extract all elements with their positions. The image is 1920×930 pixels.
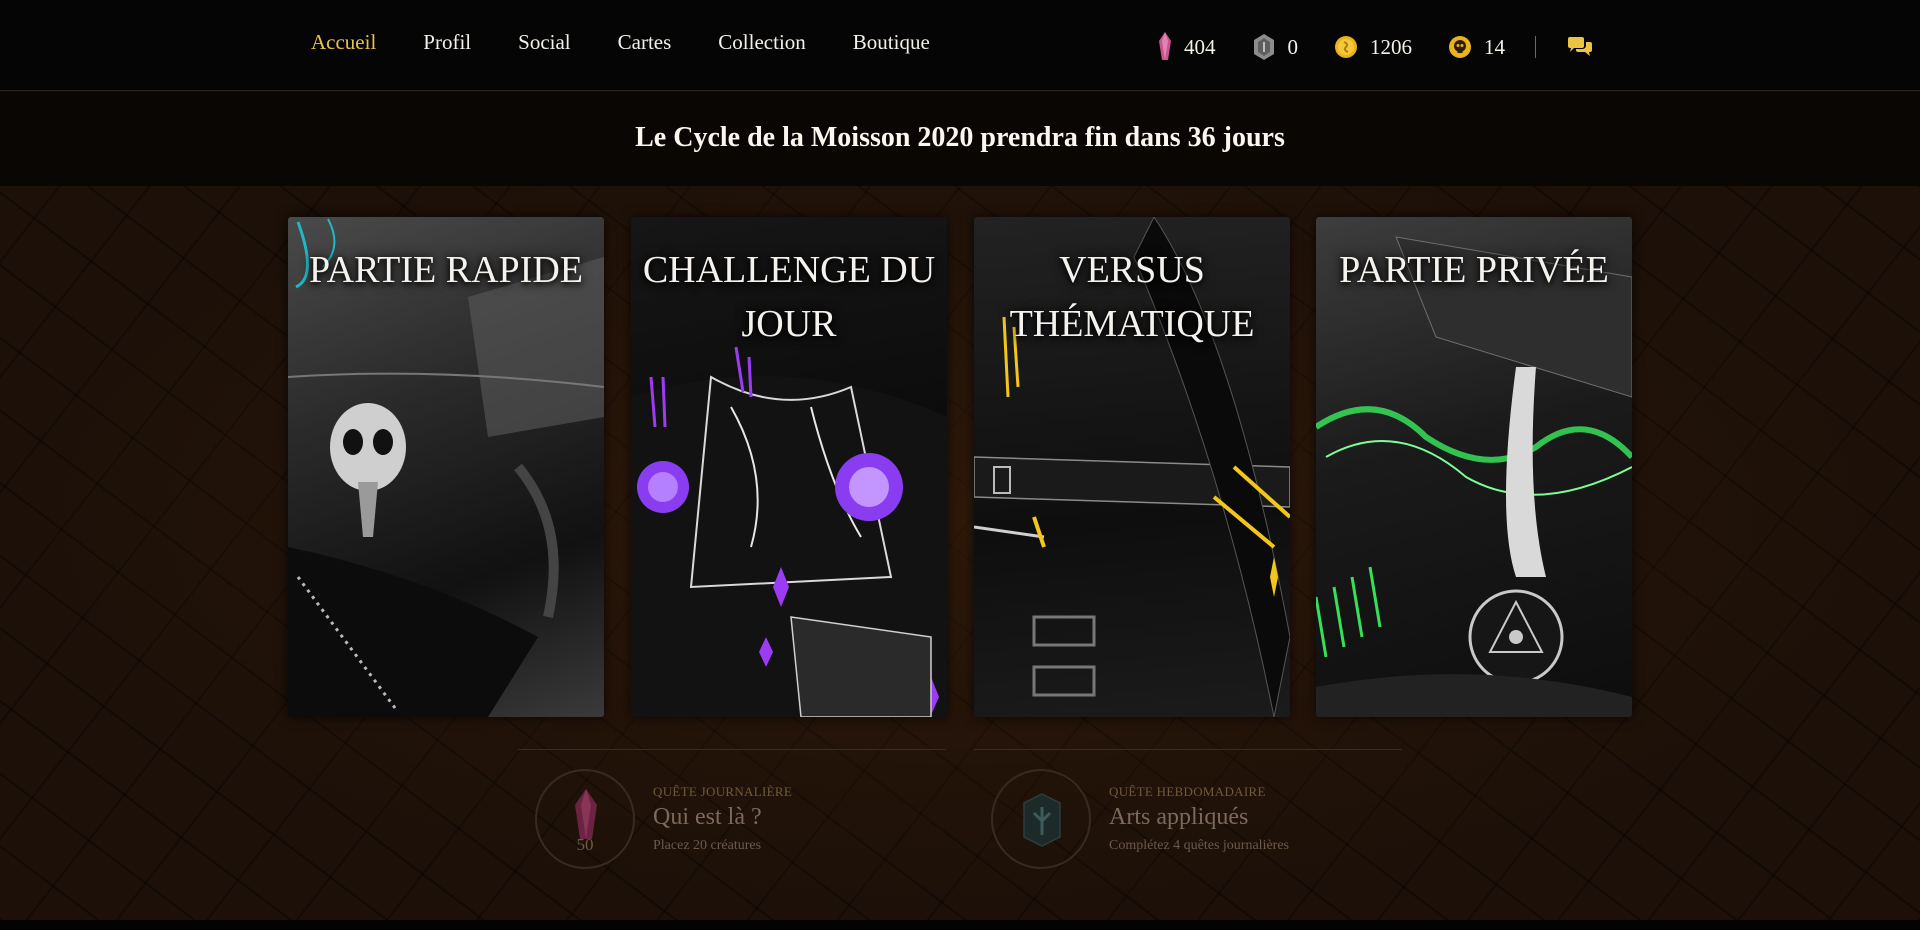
nav-link-cartes[interactable]: Cartes: [618, 30, 672, 55]
weekly-quest-type: QUÊTE HEBDOMADAIRE: [1109, 784, 1266, 799]
gold-coin-icon: [1335, 36, 1357, 58]
nav-link-accueil[interactable]: Accueil: [311, 30, 376, 55]
daily-quest-type: QUÊTE JOURNALIÈRE: [653, 784, 793, 799]
shards-count: 404: [1184, 34, 1216, 59]
mode-title-partie-privee: PARTIE PRIVÉE: [1339, 249, 1609, 291]
stones-count: 0: [1287, 34, 1299, 59]
currency-bar: 404 0 1206 14: [1158, 32, 1594, 62]
top-navbar: Accueil Profil Social Cartes Collection …: [0, 0, 1920, 91]
weekly-quest-description: Complétez 4 quêtes journalières: [1109, 838, 1289, 853]
weekly-quest[interactable]: QUÊTE HEBDOMADAIRE Arts appliqués Complé…: [974, 749, 1402, 869]
mode-card-partie-privee[interactable]: PARTIE PRIVÉE: [1316, 217, 1632, 717]
daily-quest[interactable]: 50 QUÊTE JOURNALIÈRE Qui est là ? Placez…: [518, 749, 946, 869]
mode-title-versus-thematique: VERSUS THÉMATIQUE: [1009, 249, 1255, 345]
mode-card-partie-rapide[interactable]: PARTIE RAPIDE: [288, 217, 604, 717]
event-banner: Le Cycle de la Moisson 2020 prendra fin …: [0, 92, 1920, 186]
grey-stone-icon: [1253, 34, 1274, 60]
daily-quest-description: Placez 20 créatures: [653, 838, 762, 853]
daily-quest-reward: 50: [576, 835, 594, 854]
nav-divider: [1535, 36, 1536, 58]
mode-title-partie-rapide: PARTIE RAPIDE: [309, 249, 583, 291]
currency-gold[interactable]: 1206: [1334, 35, 1412, 60]
nav-link-profil[interactable]: Profil: [423, 30, 471, 55]
pink-shard-icon: [1159, 32, 1171, 60]
main-nav: Accueil Profil Social Cartes Collection …: [311, 30, 977, 55]
daily-quest-name: Qui est là ?: [653, 804, 762, 830]
weekly-quest-reward-badge: [991, 769, 1091, 869]
mode-card-challenge-du-jour[interactable]: CHALLENGE DU JOUR: [631, 217, 947, 717]
daily-quest-reward-badge: 50: [535, 769, 635, 869]
nav-link-boutique[interactable]: Boutique: [853, 30, 930, 55]
currency-stones[interactable]: 0: [1252, 33, 1299, 61]
skull-token-icon: [1449, 36, 1471, 58]
nav-link-social[interactable]: Social: [518, 30, 571, 55]
pink-shard-icon: [575, 789, 597, 839]
weekly-quest-name: Arts appliqués: [1109, 804, 1249, 830]
rune-stone-icon: [1023, 793, 1061, 847]
currency-skulls[interactable]: 14: [1448, 35, 1505, 60]
nav-link-collection[interactable]: Collection: [718, 30, 806, 55]
bottom-edge: [0, 920, 1920, 930]
skulls-count: 14: [1484, 34, 1505, 59]
mode-title-challenge-du-jour: CHALLENGE DU JOUR: [642, 249, 936, 345]
currency-shards[interactable]: 404: [1158, 32, 1216, 62]
gold-count: 1206: [1370, 34, 1412, 59]
event-countdown-text: Le Cycle de la Moisson 2020 prendra fin …: [635, 122, 1285, 153]
mode-card-versus-thematique[interactable]: VERSUS THÉMATIQUE: [974, 217, 1290, 717]
chat-bubbles-icon[interactable]: [1566, 36, 1594, 58]
